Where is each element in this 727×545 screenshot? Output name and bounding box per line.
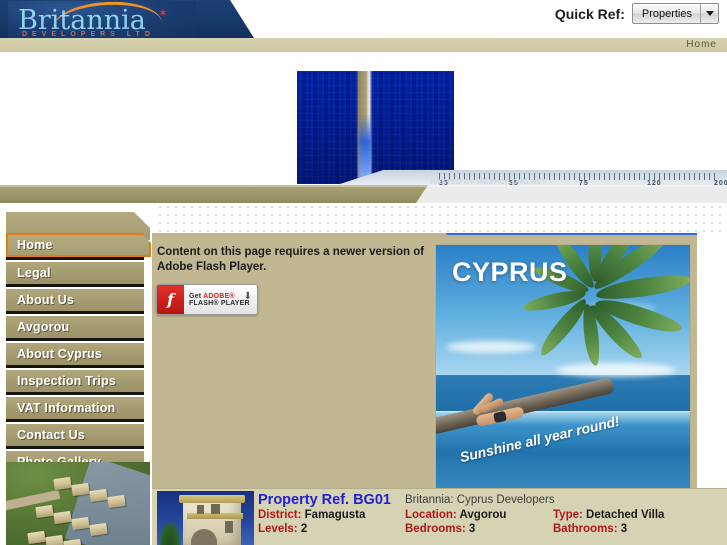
sidebar-item-label: Contact Us bbox=[17, 428, 85, 442]
flash-adobe-label: ADOBE® bbox=[203, 292, 235, 300]
olive-divider-wedge bbox=[416, 185, 727, 203]
property-details: Property Ref. BG01 Britannia: Cyprus Dev… bbox=[258, 489, 726, 545]
logo-tagline: DEVELOPERS LTD bbox=[22, 31, 155, 38]
breadcrumb-bar bbox=[0, 38, 727, 90]
property-company: Britannia: Cyprus Developers bbox=[405, 494, 555, 506]
property-attr-type: Type: Detached Villa bbox=[553, 509, 664, 521]
attr-label: District: bbox=[258, 509, 302, 521]
property-attr-levels: Levels: 2 bbox=[258, 523, 307, 535]
attr-value: 2 bbox=[297, 523, 308, 535]
flash-player-icon: f bbox=[157, 285, 184, 314]
attr-label: Type: bbox=[553, 509, 583, 521]
logo-star-icon: ✶ bbox=[158, 6, 169, 20]
property-attr-bathrooms: Bathrooms: 3 bbox=[553, 523, 627, 535]
sidebar-item-about-us[interactable]: About Us bbox=[6, 289, 144, 311]
property-attr-bedrooms: Bedrooms: 3 bbox=[405, 523, 475, 535]
site-header: ✶ Britannia DEVELOPERS LTD Quick Ref: Pr… bbox=[0, 0, 727, 42]
flash-required-notice: Content on this page requires a newer ve… bbox=[157, 246, 425, 273]
olive-divider-highlight bbox=[0, 185, 727, 187]
attr-label: Location: bbox=[405, 509, 457, 521]
sidebar-item-legal[interactable]: Legal bbox=[6, 262, 144, 284]
attr-value: 3 bbox=[617, 523, 628, 535]
quick-ref-dropdown[interactable]: Properties bbox=[631, 3, 719, 24]
ad-graphic-scanlines bbox=[297, 71, 454, 184]
left-sidebar: Home Legal About Us Avgorou About Cyprus… bbox=[0, 203, 152, 545]
thumb-palm bbox=[159, 521, 181, 545]
sidebar-item-label: VAT Information bbox=[17, 401, 116, 415]
attr-value: Famagusta bbox=[301, 509, 366, 521]
sidebar-item-inspection-trips[interactable]: Inspection Trips bbox=[6, 370, 144, 392]
get-flash-player-button[interactable]: f Get ADOBE® FLASH® PLAYER ⬇ bbox=[156, 284, 258, 315]
property-attribute-row: District: Famagusta Location: Avgorou Ty… bbox=[258, 509, 726, 523]
attr-label: Bedrooms: bbox=[405, 523, 466, 535]
sidebar-item-home[interactable]: Home bbox=[6, 233, 144, 257]
property-attribute-grid: District: Famagusta Location: Avgorou Ty… bbox=[258, 509, 726, 537]
dotted-pattern-strip bbox=[158, 205, 727, 233]
ad-graphic[interactable] bbox=[297, 71, 455, 184]
property-attribute-row: Levels: 2 Bedrooms: 3 Bathrooms: 3 bbox=[258, 523, 726, 537]
property-thumbnail[interactable] bbox=[157, 491, 254, 545]
thumb-villa-roof bbox=[179, 495, 245, 503]
sidebar-item-contact-us[interactable]: Contact Us bbox=[6, 424, 144, 446]
quick-ref-control: Quick Ref: Properties bbox=[555, 3, 719, 24]
sidebar-item-about-cyprus[interactable]: About Cyprus bbox=[6, 343, 144, 365]
site-logo[interactable]: ✶ Britannia DEVELOPERS LTD bbox=[8, 0, 196, 38]
sidebar-item-vat-information[interactable]: VAT Information bbox=[6, 397, 144, 419]
breadcrumb-home-link[interactable]: Home bbox=[686, 39, 717, 50]
sidebar-item-label: Legal bbox=[17, 266, 51, 280]
sidebar-item-label: Avgorou bbox=[17, 320, 70, 334]
cyprus-promo-image[interactable]: CYPRUS Sunshine all year round! bbox=[435, 244, 691, 499]
sidebar-item-label: About Cyprus bbox=[17, 347, 103, 361]
sidebar-item-label: Inspection Trips bbox=[17, 374, 117, 388]
attr-value: Avgorou bbox=[456, 509, 507, 521]
quick-ref-label: Quick Ref: bbox=[554, 5, 625, 22]
property-reference[interactable]: Property Ref. BG01 bbox=[258, 492, 391, 508]
chevron-down-icon[interactable] bbox=[700, 4, 718, 23]
sidebar-development-photo bbox=[6, 462, 150, 545]
page-root: ✶ Britannia DEVELOPERS LTD Quick Ref: Pr… bbox=[0, 0, 727, 545]
logo-wordmark: Britannia bbox=[18, 5, 146, 36]
sidebar-item-avgorou[interactable]: Avgorou bbox=[6, 316, 144, 338]
flash-button-text: Get ADOBE® FLASH® PLAYER ⬇ bbox=[184, 285, 257, 314]
ad-graphic-glow bbox=[359, 114, 371, 184]
property-attr-location: Location: Avgorou bbox=[405, 509, 506, 521]
attr-value: Detached Villa bbox=[582, 509, 665, 521]
sidebar-item-label: Home bbox=[17, 238, 53, 252]
property-listing-row[interactable]: Property Ref. BG01 Britannia: Cyprus Dev… bbox=[152, 488, 727, 545]
download-arrow-icon: ⬇ bbox=[243, 291, 252, 302]
main-navigation: Home Legal About Us Avgorou About Cyprus… bbox=[6, 233, 144, 478]
promo-person bbox=[468, 391, 534, 427]
banner-ad-area: 35 55 75 120 200 HOSTED BY WEBHOSTING.NE… bbox=[0, 55, 727, 185]
promo-title: CYPRUS bbox=[452, 257, 568, 287]
attr-label: Levels: bbox=[258, 523, 298, 535]
sidebar-item-label: About Us bbox=[17, 293, 75, 307]
flash-get-label: Get bbox=[189, 292, 204, 300]
attr-label: Bathrooms: bbox=[553, 523, 618, 535]
quick-ref-selected-value: Properties bbox=[641, 7, 692, 20]
attr-value: 3 bbox=[465, 523, 476, 535]
property-attr-district: District: Famagusta bbox=[258, 509, 365, 521]
